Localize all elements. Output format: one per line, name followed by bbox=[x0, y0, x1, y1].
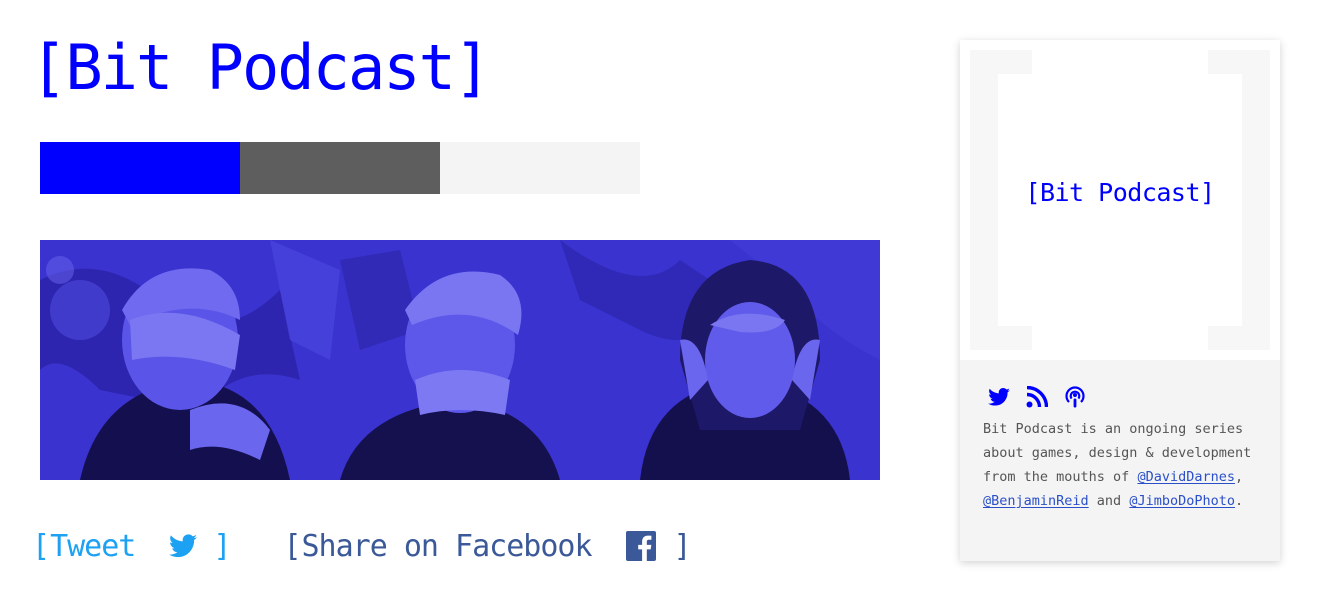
host-link-benjamin[interactable]: @BenjaminReid bbox=[983, 493, 1089, 509]
tweet-button[interactable]: [ Tweet ] bbox=[32, 529, 231, 564]
hero-photo-illustration bbox=[40, 240, 880, 480]
color-swatch-blue bbox=[40, 142, 240, 194]
rss-icon[interactable] bbox=[1024, 384, 1050, 410]
facebook-bracket-open: [ bbox=[283, 528, 302, 564]
hero-image bbox=[40, 240, 880, 480]
facebook-label: Share on Facebook bbox=[301, 528, 593, 564]
color-swatch-gray bbox=[240, 142, 440, 194]
tweet-label: Tweet bbox=[50, 528, 136, 564]
card-logo-text: [Bit Podcast] bbox=[1025, 178, 1215, 207]
facebook-bracket-close: ] bbox=[673, 528, 692, 564]
facebook-share-button[interactable]: [ Share on Facebook ] bbox=[283, 529, 691, 564]
site-title[interactable]: [Bit Podcast] bbox=[30, 28, 491, 108]
twitter-icon bbox=[169, 534, 198, 558]
color-swatch-light bbox=[440, 142, 640, 194]
description-separator: and bbox=[1088, 493, 1130, 509]
podcast-card: [Bit Podcast] Bit Podcast is an ongoing … bbox=[960, 40, 1280, 561]
twitter-icon[interactable] bbox=[986, 384, 1012, 410]
podcast-links bbox=[986, 384, 1088, 410]
tweet-bracket-open: [ bbox=[32, 528, 51, 564]
host-link-david[interactable]: @DavidDarnes bbox=[1137, 469, 1235, 485]
brand-color-bar bbox=[40, 142, 640, 194]
description-separator: , bbox=[1234, 469, 1244, 485]
share-links: [ Tweet ] [ Share on Facebook ] bbox=[32, 524, 692, 568]
description-end: . bbox=[1234, 493, 1244, 509]
facebook-icon bbox=[625, 531, 656, 561]
podcast-description: Bit Podcast is an ongoing series about g… bbox=[983, 417, 1263, 513]
podcast-cover-art[interactable]: [Bit Podcast] bbox=[960, 40, 1280, 360]
tweet-bracket-close: ] bbox=[213, 528, 232, 564]
host-link-jimbo[interactable]: @JimboDoPhoto bbox=[1129, 493, 1235, 509]
podcast-icon[interactable] bbox=[1062, 384, 1088, 410]
